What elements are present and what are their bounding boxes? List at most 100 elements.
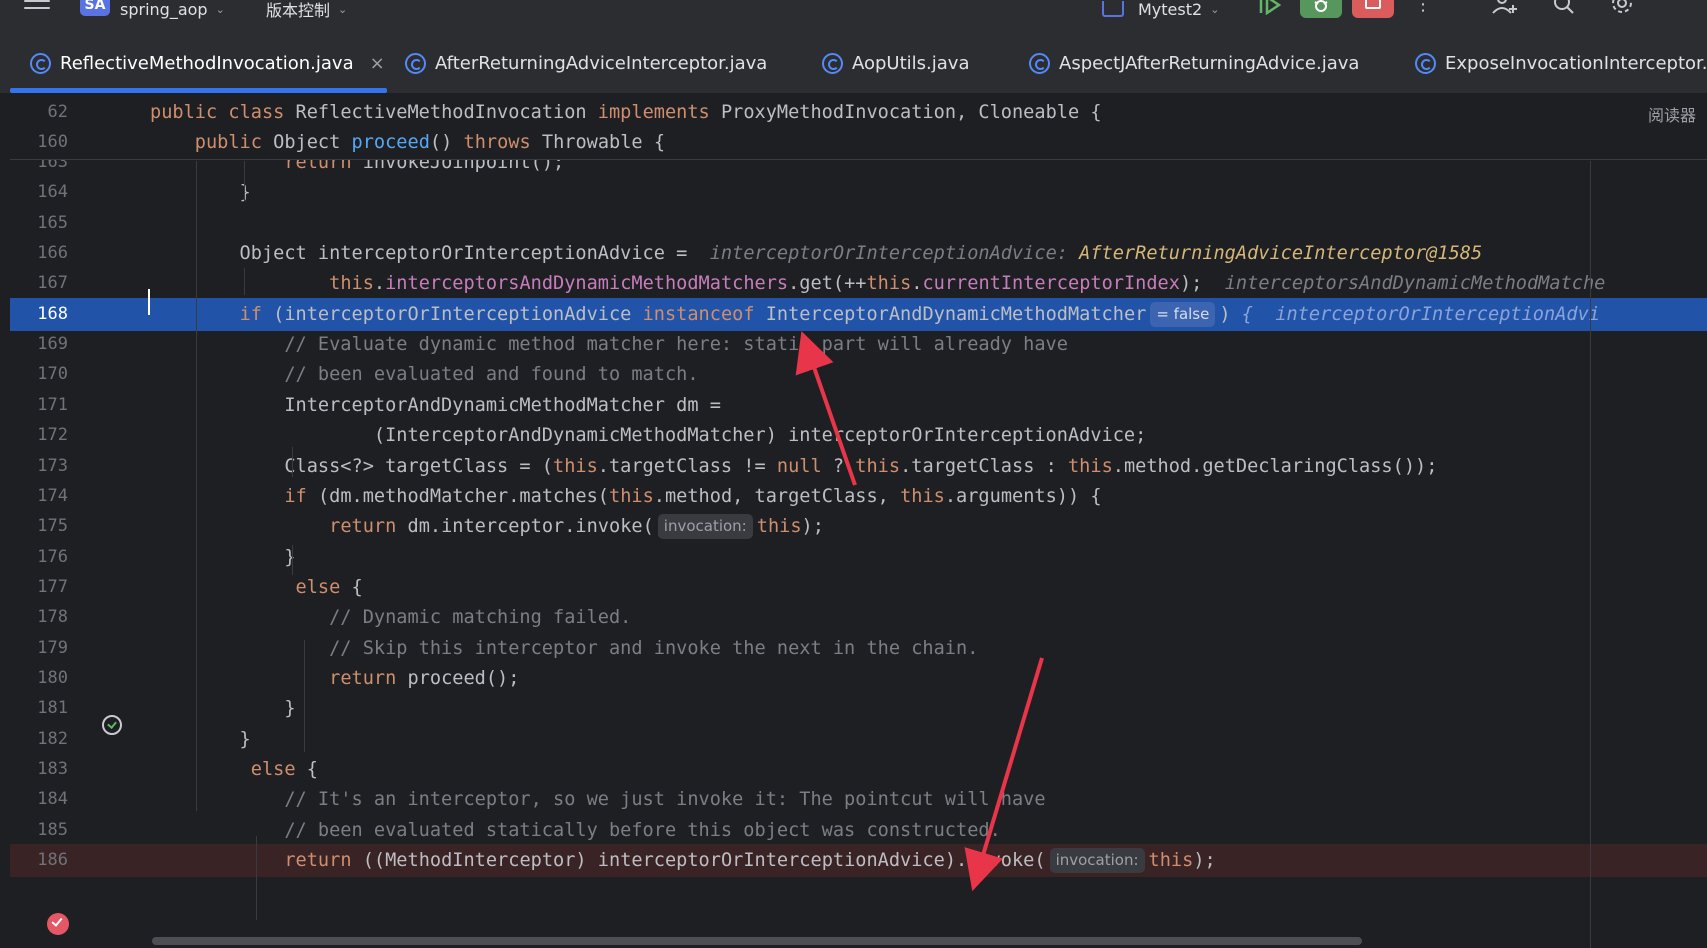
- code-line[interactable]: 179 // Skip this interceptor and invoke …: [10, 632, 1707, 665]
- code-line[interactable]: 170 // been evaluated and found to match…: [10, 358, 1707, 391]
- main-menu-icon[interactable]: [24, 0, 50, 14]
- code-text[interactable]: }: [150, 541, 295, 574]
- line-number[interactable]: 174: [10, 480, 68, 513]
- code-text[interactable]: else {: [150, 571, 363, 604]
- add-user-icon[interactable]: [1490, 0, 1520, 18]
- tab-aop-utils[interactable]: AopUtils.java: [822, 32, 969, 94]
- tab-aspectj-after-returning-advice[interactable]: AspectJAfterReturningAdvice.java: [1029, 32, 1359, 94]
- debug-bug-icon[interactable]: [1300, 0, 1342, 18]
- more-vertical-icon[interactable]: ⋮: [1414, 0, 1432, 18]
- line-number[interactable]: 173: [10, 450, 68, 483]
- line-number[interactable]: 184: [10, 783, 68, 816]
- vcs-selector[interactable]: 版本控制 ⌄: [266, 0, 347, 20]
- line-number[interactable]: 172: [10, 419, 68, 452]
- tab-after-returning-advice-interceptor[interactable]: AfterReturningAdviceInterceptor.java: [405, 32, 767, 94]
- tab-reflective-method-invocation[interactable]: ReflectiveMethodInvocation.java ×: [30, 32, 385, 94]
- line-number[interactable]: 185: [10, 814, 68, 847]
- line-number[interactable]: 166: [10, 237, 68, 270]
- code-text[interactable]: // Dynamic matching failed.: [150, 601, 631, 634]
- code-text[interactable]: // been evaluated and found to match.: [150, 358, 698, 391]
- code-line[interactable]: 172 (InterceptorAndDynamicMethodMatcher)…: [10, 419, 1707, 452]
- line-number[interactable]: 168: [10, 298, 68, 331]
- code-line[interactable]: 62 public class ReflectiveMethodInvocatio…: [10, 96, 1707, 129]
- code-text[interactable]: else {: [150, 753, 318, 786]
- code-text[interactable]: Object interceptorOrInterceptionAdvice =…: [150, 237, 1483, 270]
- line-number[interactable]: 177: [10, 571, 68, 604]
- run-config-selector[interactable]: Mytest2 ⌄: [1102, 0, 1219, 19]
- line-number[interactable]: 178: [10, 601, 68, 634]
- search-icon[interactable]: [1550, 0, 1578, 18]
- line-number[interactable]: 179: [10, 632, 68, 665]
- code-text[interactable]: if (interceptorOrInterceptionAdvice inst…: [150, 298, 1600, 331]
- line-number[interactable]: 182: [10, 723, 68, 756]
- current-execution-line[interactable]: 168 if (interceptorOrInterceptionAdvice …: [10, 298, 1707, 331]
- close-tab-icon[interactable]: ×: [370, 53, 385, 74]
- code-text[interactable]: public Object proceed() throws Throwable…: [150, 126, 665, 159]
- line-number[interactable]: 170: [10, 358, 68, 391]
- code-line[interactable]: 177 else {: [10, 571, 1707, 604]
- code-text[interactable]: (InterceptorAndDynamicMethodMatcher) int…: [150, 419, 1146, 452]
- code-text[interactable]: // Evaluate dynamic method matcher here:…: [150, 328, 1068, 361]
- code-line[interactable]: 178 // Dynamic matching failed.: [10, 601, 1707, 634]
- inlay-hint: invocation:: [657, 514, 753, 539]
- line-number[interactable]: 180: [10, 662, 68, 695]
- code-text[interactable]: public class ReflectiveMethodInvocation …: [150, 96, 1102, 129]
- line-number[interactable]: 171: [10, 389, 68, 422]
- tab-expose-invocation-interceptor[interactable]: ExposeInvocationInterceptor.ja: [1415, 32, 1707, 94]
- line-number[interactable]: 169: [10, 328, 68, 361]
- code-line[interactable]: 166 Object interceptorOrInterceptionAdvi…: [10, 237, 1707, 270]
- code-text[interactable]: this.interceptorsAndDynamicMethodMatcher…: [150, 267, 1605, 300]
- code-line[interactable]: 185 // been evaluated statically before …: [10, 814, 1707, 847]
- breakpoint-icon[interactable]: [47, 913, 69, 935]
- line-number[interactable]: 186: [10, 844, 68, 877]
- code-text[interactable]: // Skip this interceptor and invoke the …: [150, 632, 978, 665]
- code-line[interactable]: 160 public Object proceed() throws Throw…: [10, 126, 1707, 159]
- code-text[interactable]: return ((MethodInterceptor) interceptorO…: [150, 844, 1216, 877]
- code-editor[interactable]: 62 public class ReflectiveMethodInvocatio…: [10, 94, 1707, 948]
- code-line[interactable]: 171 InterceptorAndDynamicMethodMatcher d…: [10, 389, 1707, 422]
- code-line[interactable]: 181 }: [10, 692, 1707, 725]
- code-text[interactable]: return proceed();: [150, 662, 519, 695]
- code-token: ReflectiveMethodInvocation: [295, 102, 598, 123]
- code-text[interactable]: Class<?> targetClass = (this.targetClass…: [150, 450, 1437, 483]
- code-line[interactable]: 167 this.interceptorsAndDynamicMethodMat…: [10, 267, 1707, 300]
- code-line[interactable]: 180 return proceed();: [10, 662, 1707, 695]
- code-line[interactable]: 183 else {: [10, 753, 1707, 786]
- line-number[interactable]: 160: [10, 126, 68, 159]
- line-number[interactable]: 175: [10, 510, 68, 543]
- breakpoint-line[interactable]: 186 return ((MethodInterceptor) intercep…: [10, 844, 1707, 877]
- code-text[interactable]: }: [150, 692, 295, 725]
- code-text[interactable]: }: [150, 176, 251, 209]
- code-line[interactable]: 173 Class<?> targetClass = (this.targetC…: [10, 450, 1707, 483]
- code-line[interactable]: 182 }: [10, 723, 1707, 756]
- code-line[interactable]: 174 if (dm.methodMatcher.matches(this.me…: [10, 480, 1707, 513]
- code-text[interactable]: // It's an interceptor, so we just invok…: [150, 783, 1045, 816]
- reader-mode-button[interactable]: 阅读器: [1648, 102, 1696, 126]
- project-badge[interactable]: SA: [80, 0, 110, 16]
- line-number[interactable]: 62: [10, 96, 68, 129]
- code-line[interactable]: 184 // It's an interceptor, so we just i…: [10, 783, 1707, 816]
- project-selector[interactable]: spring_aop ⌄: [120, 0, 225, 19]
- code-line[interactable]: 175 return dm.interceptor.invoke(invocat…: [10, 510, 1707, 543]
- sticky-scroll-header[interactable]: 62 public class ReflectiveMethodInvocatio…: [10, 94, 1707, 160]
- line-number[interactable]: 164: [10, 176, 68, 209]
- line-number[interactable]: 183: [10, 753, 68, 786]
- stop-icon[interactable]: [1352, 0, 1394, 18]
- horizontal-scrollbar[interactable]: [152, 937, 1362, 945]
- code-text[interactable]: return dm.interceptor.invoke(invocation:…: [150, 510, 824, 543]
- code-text[interactable]: InterceptorAndDynamicMethodMatcher dm =: [150, 389, 721, 422]
- line-number[interactable]: 165: [10, 207, 68, 240]
- code-line[interactable]: 176 }: [10, 541, 1707, 574]
- step-into-gutter-icon[interactable]: [102, 715, 122, 735]
- line-number[interactable]: 167: [10, 267, 68, 300]
- settings-gear-icon[interactable]: [1608, 0, 1636, 18]
- rerun-icon[interactable]: [1258, 0, 1284, 18]
- code-line[interactable]: 165: [10, 207, 1707, 240]
- code-text[interactable]: // been evaluated statically before this…: [150, 814, 1000, 847]
- line-number[interactable]: 176: [10, 541, 68, 574]
- code-line[interactable]: 164 }: [10, 176, 1707, 209]
- line-number[interactable]: 181: [10, 692, 68, 725]
- code-line[interactable]: 169 // Evaluate dynamic method matcher h…: [10, 328, 1707, 361]
- code-text[interactable]: }: [150, 723, 251, 756]
- code-text[interactable]: if (dm.methodMatcher.matches(this.method…: [150, 480, 1101, 513]
